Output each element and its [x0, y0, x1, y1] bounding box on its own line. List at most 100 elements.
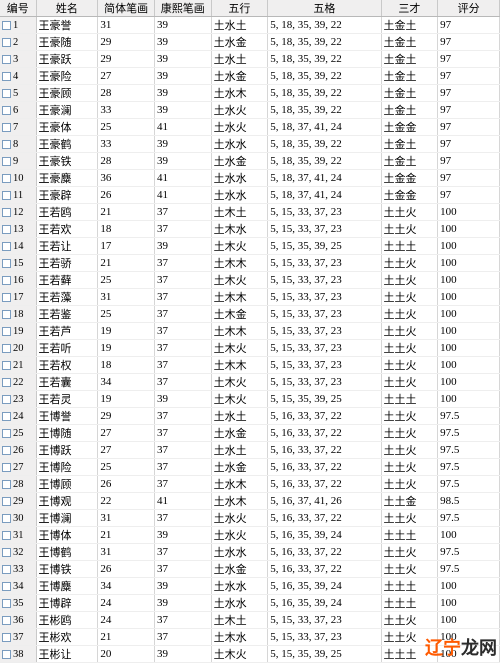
table-row[interactable]: 30王博澜3137土水火5, 16, 33, 37, 22土土火97.5: [0, 510, 500, 527]
checkbox-icon[interactable]: [2, 446, 11, 455]
row-index-cell[interactable]: 37: [0, 629, 36, 646]
row-index-cell[interactable]: 8: [0, 136, 36, 153]
row-index-cell[interactable]: 3: [0, 51, 36, 68]
col-header-wg[interactable]: 五格: [268, 0, 381, 17]
checkbox-icon[interactable]: [2, 259, 11, 268]
col-header-sb[interactable]: 简体笔画: [98, 0, 155, 17]
row-index-cell[interactable]: 27: [0, 459, 36, 476]
checkbox-icon[interactable]: [2, 395, 11, 404]
checkbox-icon[interactable]: [2, 89, 11, 98]
table-row[interactable]: 6王豪澜3339土水火5, 18, 35, 39, 22土金土97: [0, 102, 500, 119]
table-row[interactable]: 9王豪铁2839土水金5, 18, 35, 39, 22土金土97: [0, 153, 500, 170]
checkbox-icon[interactable]: [2, 599, 11, 608]
table-row[interactable]: 14王若让1739土木火5, 15, 35, 39, 25土土土100: [0, 238, 500, 255]
checkbox-icon[interactable]: [2, 310, 11, 319]
row-index-cell[interactable]: 22: [0, 374, 36, 391]
row-index-cell[interactable]: 16: [0, 272, 36, 289]
row-index-cell[interactable]: 19: [0, 323, 36, 340]
table-row[interactable]: 20王若听1937土木火5, 15, 33, 37, 23土土火100: [0, 340, 500, 357]
table-row[interactable]: 21王若权1837土木木5, 15, 33, 37, 23土土火100: [0, 357, 500, 374]
table-row[interactable]: 18王若鉴2537土木金5, 15, 33, 37, 23土土火100: [0, 306, 500, 323]
row-index-cell[interactable]: 13: [0, 221, 36, 238]
table-row[interactable]: 27王博险2537土水金5, 16, 33, 37, 22土土火97.5: [0, 459, 500, 476]
table-row[interactable]: 24王博誉2937土水土5, 16, 33, 37, 22土土火97.5: [0, 408, 500, 425]
col-header-idx[interactable]: 编号: [0, 0, 36, 17]
checkbox-icon[interactable]: [2, 208, 11, 217]
col-header-sc[interactable]: 三才: [381, 0, 438, 17]
checkbox-icon[interactable]: [2, 174, 11, 183]
checkbox-icon[interactable]: [2, 157, 11, 166]
checkbox-icon[interactable]: [2, 633, 11, 642]
checkbox-icon[interactable]: [2, 480, 11, 489]
table-row[interactable]: 5王豪顾2839土水木5, 18, 35, 39, 22土金土97: [0, 85, 500, 102]
row-index-cell[interactable]: 21: [0, 357, 36, 374]
row-index-cell[interactable]: 15: [0, 255, 36, 272]
checkbox-icon[interactable]: [2, 412, 11, 421]
row-index-cell[interactable]: 29: [0, 493, 36, 510]
table-row[interactable]: 35王博辟2439土水水5, 16, 35, 39, 24土土土100: [0, 595, 500, 612]
table-row[interactable]: 26王博跃2737土水土5, 16, 33, 37, 22土土火97.5: [0, 442, 500, 459]
table-row[interactable]: 2王豪随2939土水金5, 18, 35, 39, 22土金土97: [0, 34, 500, 51]
checkbox-icon[interactable]: [2, 327, 11, 336]
checkbox-icon[interactable]: [2, 72, 11, 81]
checkbox-icon[interactable]: [2, 38, 11, 47]
checkbox-icon[interactable]: [2, 463, 11, 472]
table-row[interactable]: 28王博顾2637土水木5, 16, 33, 37, 22土土火97.5: [0, 476, 500, 493]
row-index-cell[interactable]: 14: [0, 238, 36, 255]
checkbox-icon[interactable]: [2, 225, 11, 234]
row-index-cell[interactable]: 25: [0, 425, 36, 442]
row-index-cell[interactable]: 4: [0, 68, 36, 85]
col-header-kb[interactable]: 康熙笔画: [154, 0, 211, 17]
checkbox-icon[interactable]: [2, 21, 11, 30]
checkbox-icon[interactable]: [2, 582, 11, 591]
row-index-cell[interactable]: 10: [0, 170, 36, 187]
table-row[interactable]: 15王若骄2137土木木5, 15, 33, 37, 23土土火100: [0, 255, 500, 272]
checkbox-icon[interactable]: [2, 497, 11, 506]
table-row[interactable]: 29王博观2241土水木5, 16, 37, 41, 26土土金98.5: [0, 493, 500, 510]
row-index-cell[interactable]: 9: [0, 153, 36, 170]
table-row[interactable]: 22王若囊3437土木火5, 15, 33, 37, 23土土火100: [0, 374, 500, 391]
checkbox-icon[interactable]: [2, 616, 11, 625]
table-row[interactable]: 25王博随2737土水金5, 16, 33, 37, 22土土火97.5: [0, 425, 500, 442]
col-header-pf[interactable]: 评分: [438, 0, 500, 17]
table-row[interactable]: 11王豪辟2641土水水5, 18, 37, 41, 24土金金97: [0, 187, 500, 204]
checkbox-icon[interactable]: [2, 293, 11, 302]
table-row[interactable]: 10王豪麋3641土水水5, 18, 37, 41, 24土金金97: [0, 170, 500, 187]
checkbox-icon[interactable]: [2, 565, 11, 574]
row-index-cell[interactable]: 23: [0, 391, 36, 408]
row-index-cell[interactable]: 7: [0, 119, 36, 136]
table-row[interactable]: 34王博麋3439土水水5, 16, 35, 39, 24土土土100: [0, 578, 500, 595]
row-index-cell[interactable]: 17: [0, 289, 36, 306]
row-index-cell[interactable]: 30: [0, 510, 36, 527]
row-index-cell[interactable]: 32: [0, 544, 36, 561]
checkbox-icon[interactable]: [2, 191, 11, 200]
row-index-cell[interactable]: 1: [0, 17, 36, 34]
row-index-cell[interactable]: 36: [0, 612, 36, 629]
checkbox-icon[interactable]: [2, 276, 11, 285]
checkbox-icon[interactable]: [2, 106, 11, 115]
checkbox-icon[interactable]: [2, 55, 11, 64]
checkbox-icon[interactable]: [2, 548, 11, 557]
row-index-cell[interactable]: 34: [0, 578, 36, 595]
table-row[interactable]: 19王若芦1937土木木5, 15, 33, 37, 23土土火100: [0, 323, 500, 340]
table-row[interactable]: 1王豪誉3139土水土5, 18, 35, 39, 22土金土97: [0, 17, 500, 34]
table-row[interactable]: 16王若藓2537土木火5, 15, 33, 37, 23土土火100: [0, 272, 500, 289]
row-index-cell[interactable]: 26: [0, 442, 36, 459]
checkbox-icon[interactable]: [2, 514, 11, 523]
row-index-cell[interactable]: 28: [0, 476, 36, 493]
row-index-cell[interactable]: 31: [0, 527, 36, 544]
checkbox-icon[interactable]: [2, 140, 11, 149]
col-header-name[interactable]: 姓名: [36, 0, 98, 17]
row-index-cell[interactable]: 24: [0, 408, 36, 425]
checkbox-icon[interactable]: [2, 650, 11, 659]
table-row[interactable]: 7王豪体2541土水火5, 18, 37, 41, 24土金金97: [0, 119, 500, 136]
table-row[interactable]: 3王豪跃2939土水土5, 18, 35, 39, 22土金土97: [0, 51, 500, 68]
row-index-cell[interactable]: 2: [0, 34, 36, 51]
checkbox-icon[interactable]: [2, 531, 11, 540]
row-index-cell[interactable]: 33: [0, 561, 36, 578]
checkbox-icon[interactable]: [2, 378, 11, 387]
row-index-cell[interactable]: 6: [0, 102, 36, 119]
table-row[interactable]: 4王豪险2739土水金5, 18, 35, 39, 22土金土97: [0, 68, 500, 85]
checkbox-icon[interactable]: [2, 344, 11, 353]
checkbox-icon[interactable]: [2, 361, 11, 370]
